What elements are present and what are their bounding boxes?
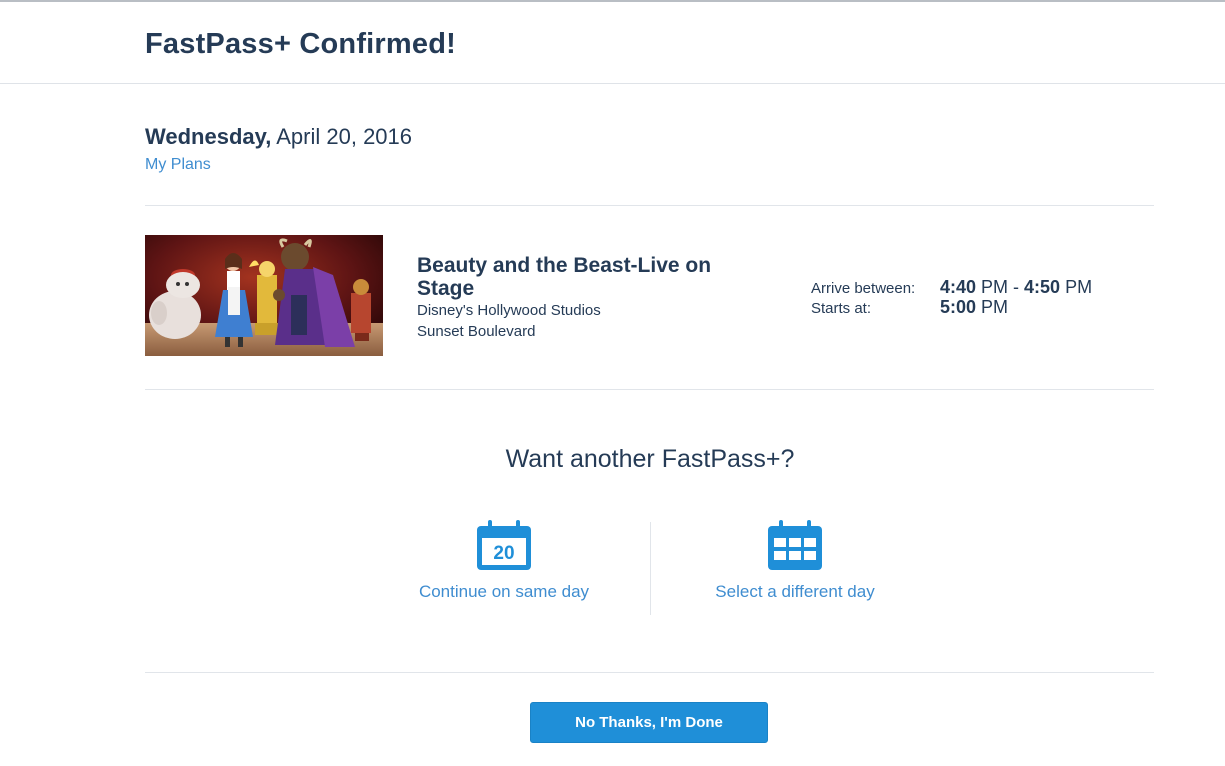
options-divider <box>650 522 651 615</box>
experience-area: Sunset Boulevard <box>417 323 536 340</box>
continue-same-day-label: Continue on same day <box>418 582 590 601</box>
experience-title: Beauty and the Beast-Live on Stage <box>417 254 712 300</box>
experience-details: Beauty and the Beast-Live on Stage Disne… <box>417 254 757 342</box>
return-times: Arrive between: 4:40 PM - 4:50 PM Starts… <box>811 277 1092 317</box>
arrive-label: Arrive between: <box>811 280 916 297</box>
arrive-start-suffix: PM - <box>976 277 1025 297</box>
starts-row: Starts at: 5:00 PM <box>811 297 1092 317</box>
divider <box>145 389 1154 390</box>
date-line: Wednesday, April 20, 2016 <box>145 124 412 150</box>
calendar-day-icon: 20 <box>477 520 531 570</box>
arrive-end-time: 4:50 <box>1024 277 1061 297</box>
starts-time-value: 5:00 <box>940 297 977 317</box>
arrive-start-time: 4:40 <box>940 277 977 297</box>
arrive-row: Arrive between: 4:40 PM - 4:50 PM <box>811 277 1092 297</box>
starts-label: Starts at: <box>811 300 872 317</box>
another-fastpass-heading: Want another FastPass+? <box>505 445 795 473</box>
divider <box>145 205 1154 206</box>
stage-scene-image <box>145 235 383 356</box>
date-full: April 20, 2016 <box>276 124 413 149</box>
arrive-end-suffix: PM <box>1060 277 1093 297</box>
calendar-day-number: 20 <box>493 543 514 564</box>
my-plans-link[interactable]: My Plans <box>145 156 211 174</box>
experience-park: Disney's Hollywood Studios <box>417 302 601 319</box>
select-different-day-option[interactable]: Select a different day <box>695 520 895 602</box>
select-different-day-label: Select a different day <box>715 582 875 601</box>
date-weekday: Wednesday, <box>145 124 272 149</box>
page-header: FastPass+ Confirmed! <box>0 2 1225 84</box>
divider <box>145 672 1154 673</box>
calendar-grid-icon <box>768 520 822 570</box>
continue-same-day-option[interactable]: 20 Continue on same day <box>404 520 604 602</box>
experience-image <box>145 235 383 356</box>
starts-time-suffix: PM <box>976 297 1009 317</box>
date-block: Wednesday, April 20, 2016 My Plans <box>145 124 412 174</box>
starts-time: 5:00 PM <box>940 297 1008 318</box>
another-heading-wrap: Want another FastPass+? <box>0 445 1225 474</box>
page-title: FastPass+ Confirmed! <box>145 28 457 60</box>
arrive-window: 4:40 PM - 4:50 PM <box>940 277 1092 298</box>
no-thanks-done-button[interactable]: No Thanks, I'm Done <box>530 702 768 743</box>
